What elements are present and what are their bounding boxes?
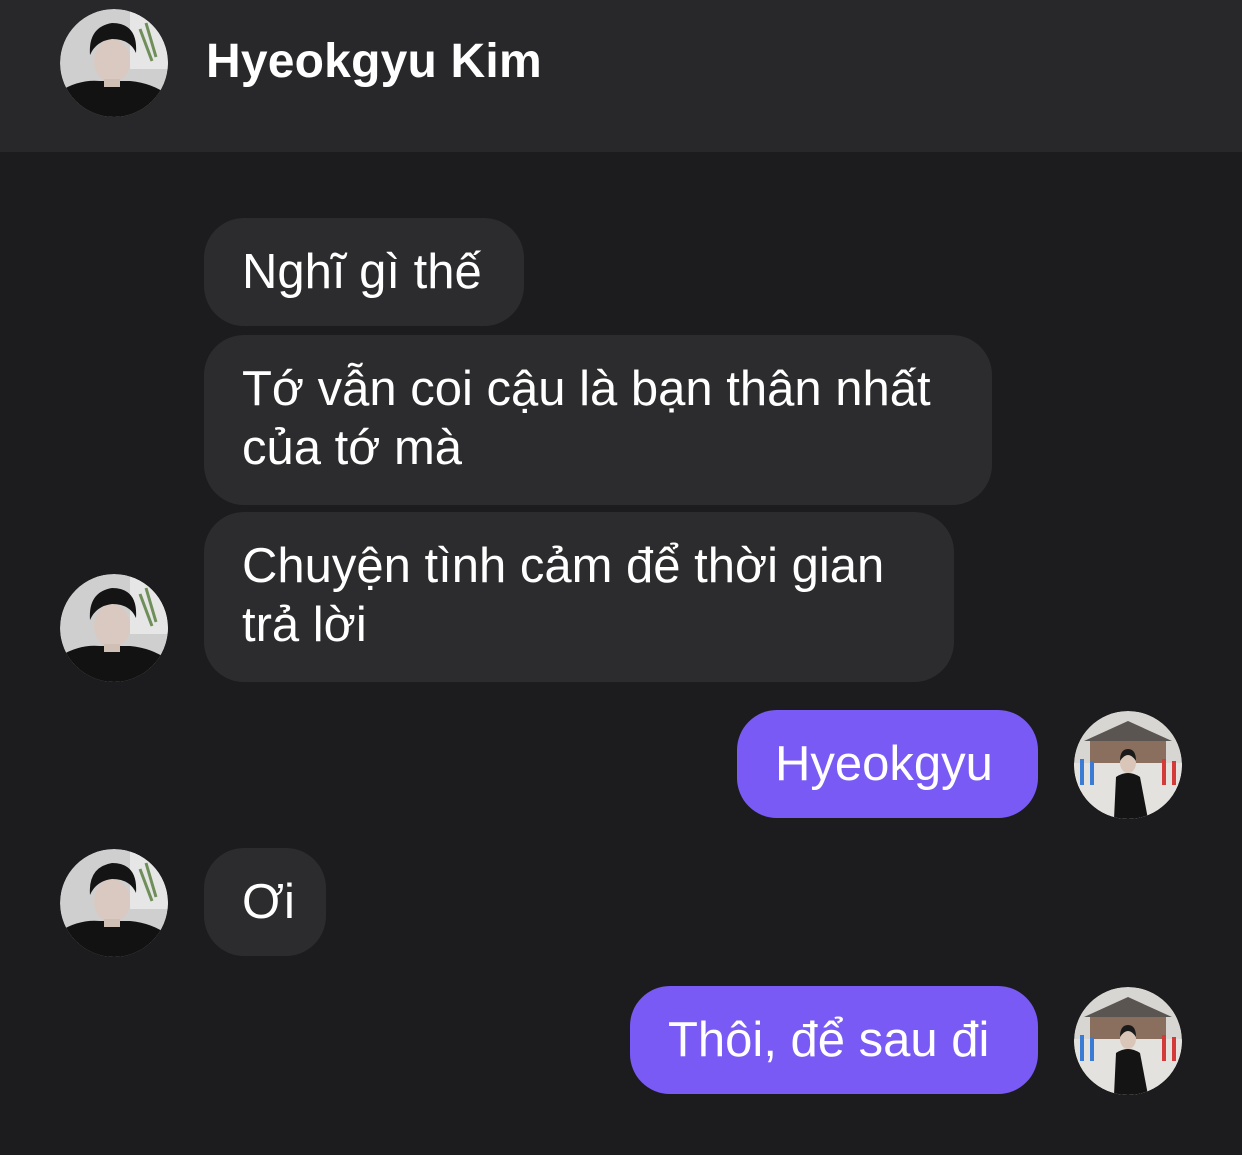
contact-avatar-icon[interactable]: [60, 849, 168, 957]
message-bubble-incoming[interactable]: Nghĩ gì thế: [204, 218, 524, 326]
user-avatar-icon[interactable]: [1074, 987, 1182, 1095]
message-bubble-incoming[interactable]: Ơi: [204, 848, 326, 956]
message-text: Thôi, để sau đi: [668, 1013, 990, 1067]
chat-screen: Hyeokgyu Kim Nghĩ gì thế Tớ vẫn coi cậu …: [0, 0, 1242, 1155]
contact-avatar-icon[interactable]: [60, 574, 168, 682]
message-bubble-incoming[interactable]: Tớ vẫn coi cậu là bạn thân nhất của tớ m…: [204, 335, 992, 505]
contact-name[interactable]: Hyeokgyu Kim: [206, 34, 542, 89]
message-bubble-outgoing[interactable]: Thôi, để sau đi: [630, 986, 1038, 1094]
message-text: Nghĩ gì thế: [242, 245, 482, 299]
message-text: Ơi: [242, 875, 295, 929]
chat-header: Hyeokgyu Kim: [0, 0, 1242, 152]
message-bubble-incoming[interactable]: Chuyện tình cảm để thời gian trả lời: [204, 512, 954, 682]
message-text: Chuyện tình cảm để thời gian trả lời: [242, 539, 885, 652]
user-avatar-icon[interactable]: [1074, 711, 1182, 819]
contact-avatar-icon[interactable]: [60, 9, 168, 117]
message-bubble-outgoing[interactable]: Hyeokgyu: [737, 710, 1038, 818]
message-text: Tớ vẫn coi cậu là bạn thân nhất của tớ m…: [242, 362, 931, 475]
message-text: Hyeokgyu: [775, 737, 993, 791]
